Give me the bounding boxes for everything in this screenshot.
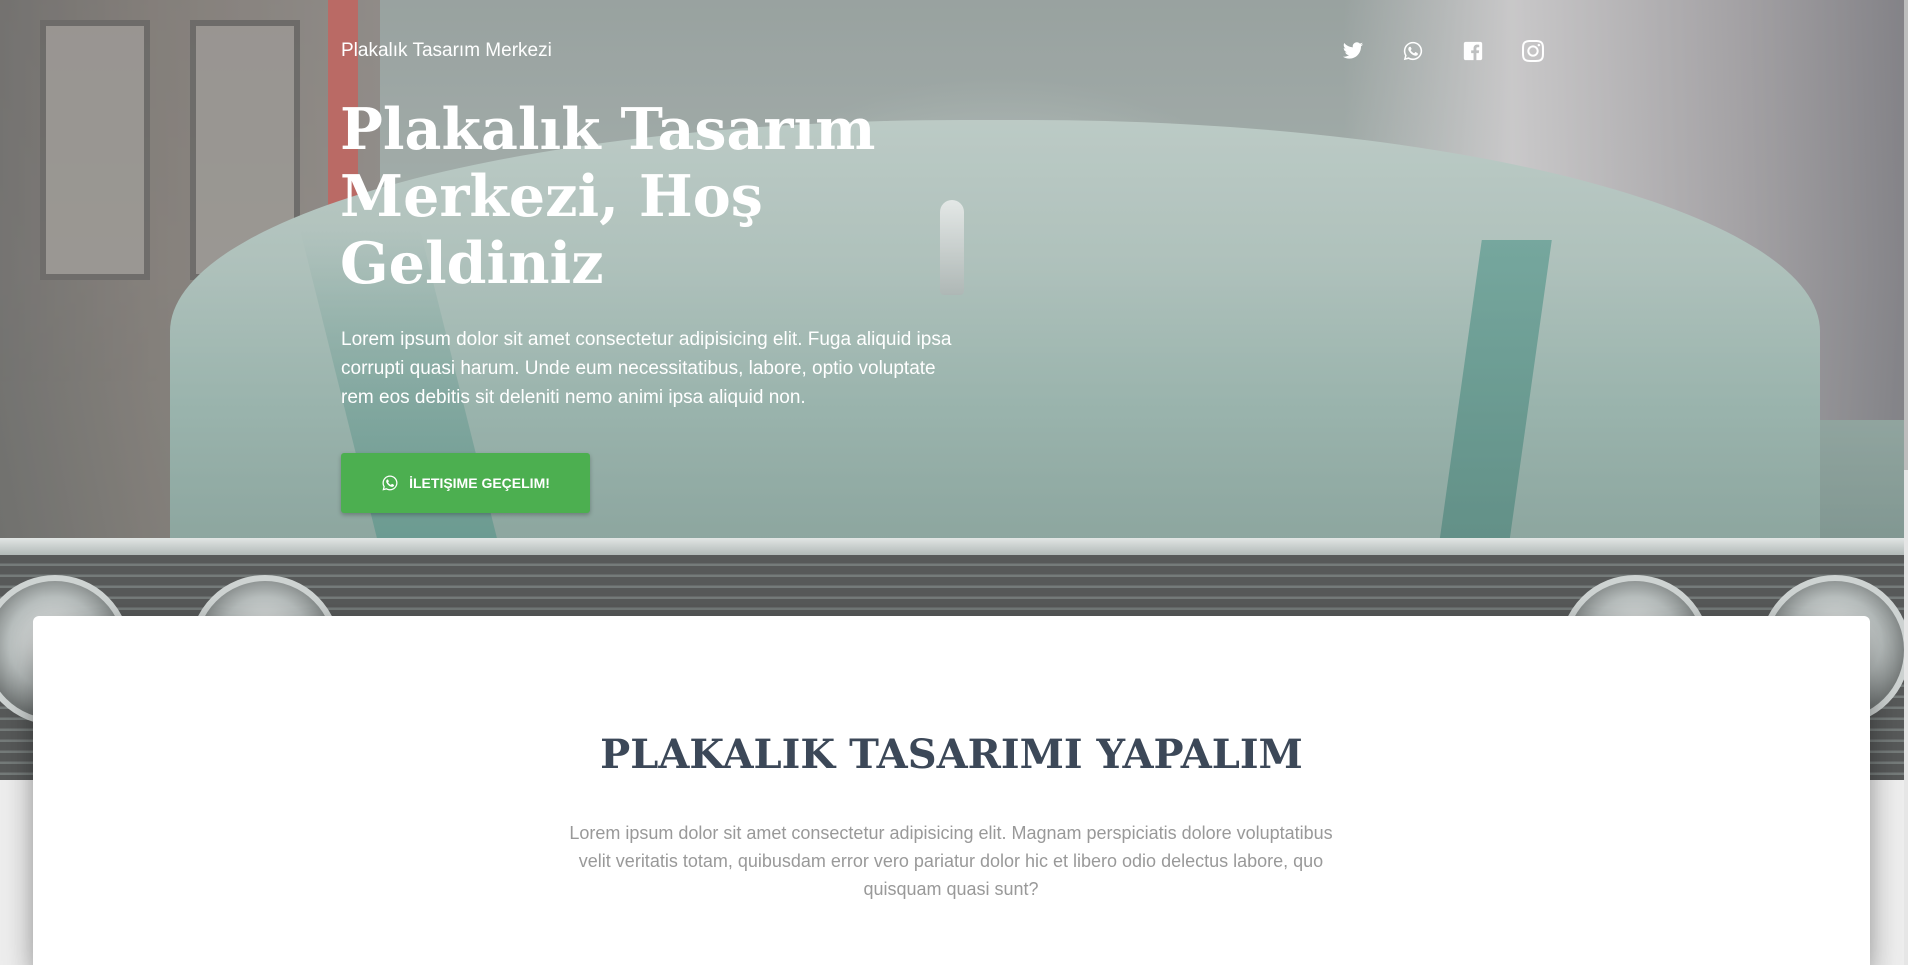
- section-title: PLAKALIK TASARIMI YAPALIM: [600, 731, 1303, 778]
- hero-description: Lorem ipsum dolor sit amet consectetur a…: [341, 329, 952, 408]
- scrollbar-thumb[interactable]: [1904, 0, 1908, 470]
- social-links: [1340, 38, 1546, 64]
- main-content-card: PLAKALIK TASARIMI YAPALIM Lorem ipsum do…: [33, 616, 1870, 965]
- brand-link[interactable]: Plakalık Tasarım Merkezi: [341, 40, 552, 62]
- scrollbar-track[interactable]: [1904, 0, 1908, 965]
- section-description: Lorem ipsum dolor sit amet consectetur a…: [569, 823, 1333, 899]
- twitter-icon[interactable]: [1340, 38, 1366, 64]
- facebook-icon[interactable]: [1460, 38, 1486, 64]
- whatsapp-icon: [382, 475, 398, 491]
- hero-title: Plakalık Tasarım Merkezi, Hoş Geldiniz: [340, 96, 876, 297]
- instagram-icon[interactable]: [1520, 38, 1546, 64]
- contact-whatsapp-button[interactable]: İletişime Geçelim!: [341, 453, 590, 513]
- whatsapp-icon[interactable]: [1400, 38, 1426, 64]
- cta-label: İletişime Geçelim!: [409, 475, 550, 491]
- page: Plakalık Tasarım Merkezi Plakalık Tasarı…: [0, 0, 1908, 965]
